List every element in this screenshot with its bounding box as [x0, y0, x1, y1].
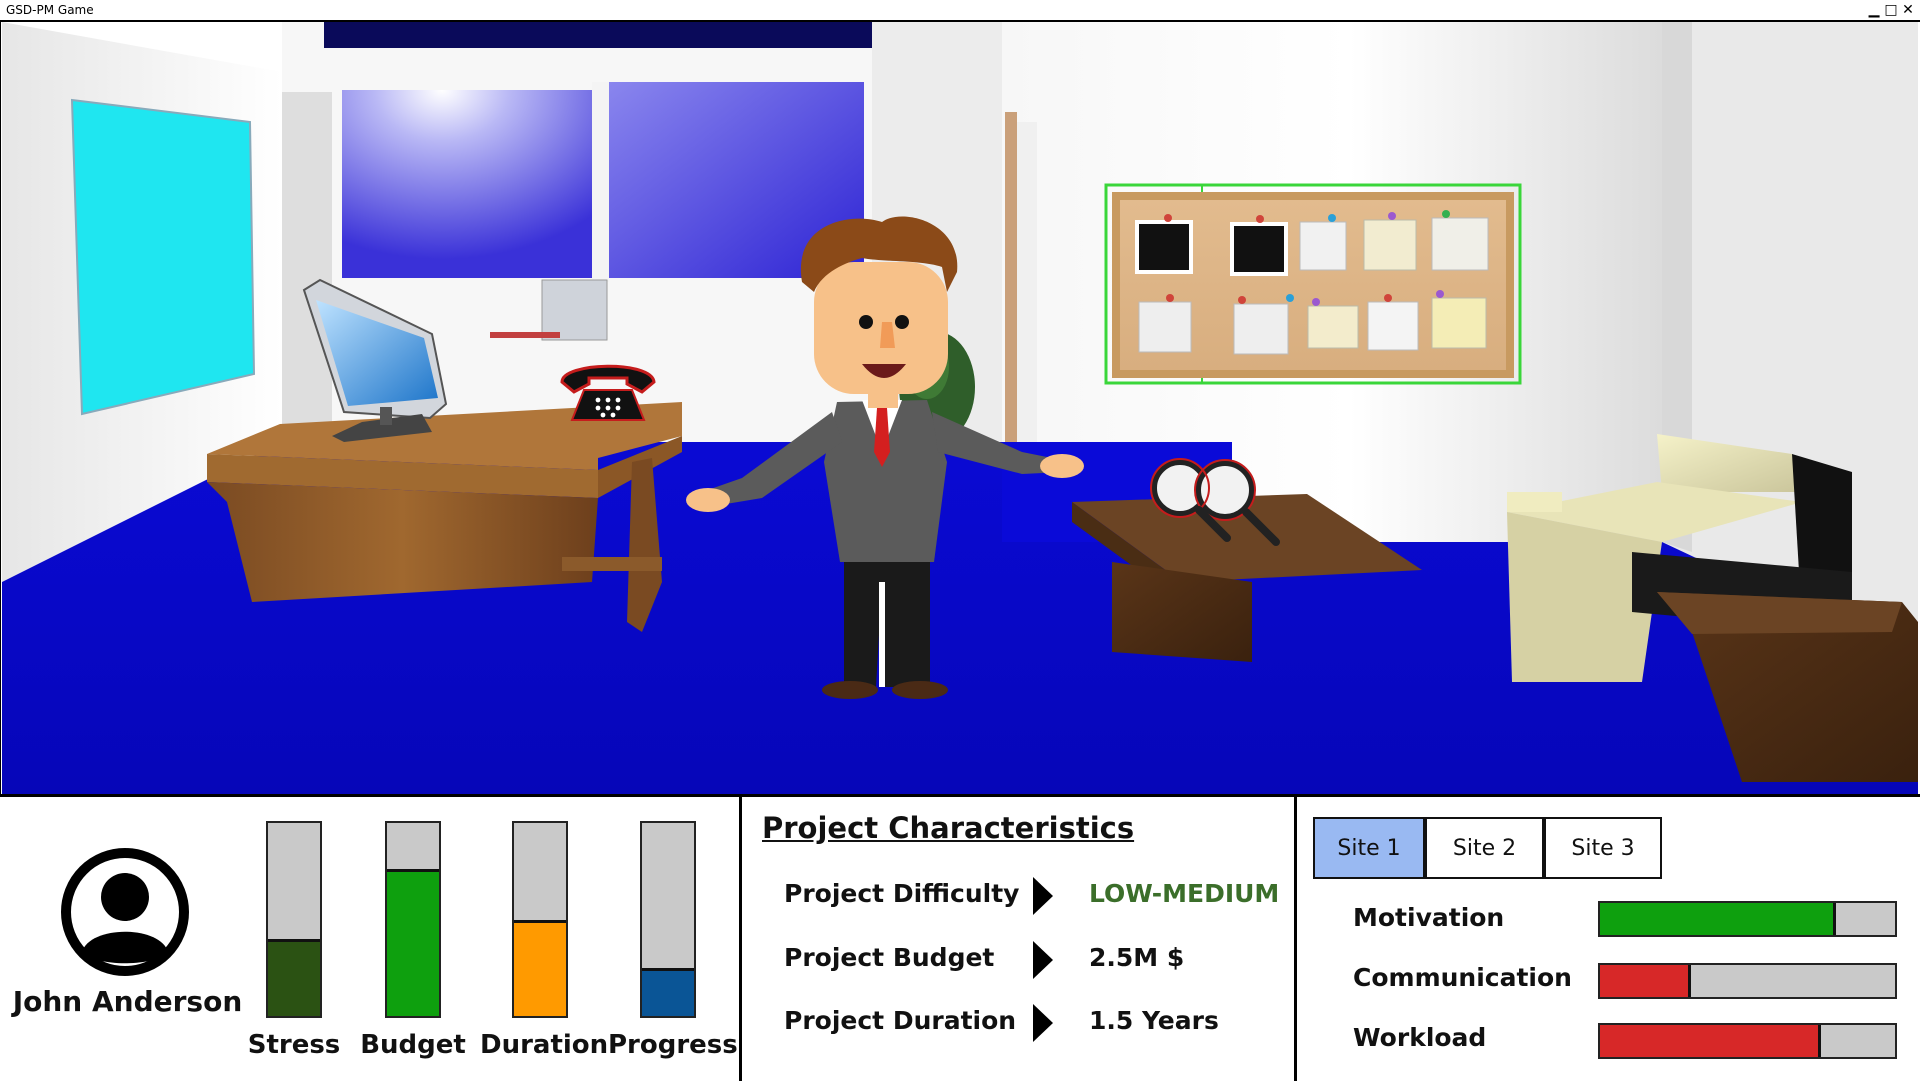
- close-icon[interactable]: ✕: [1900, 2, 1916, 18]
- budget-bar-fill: [387, 869, 439, 1016]
- notice-board[interactable]: [1104, 183, 1522, 385]
- duration-label: Duration: [480, 1030, 609, 1060]
- user-avatar-icon: [61, 848, 189, 976]
- budget-label: Budget: [360, 1030, 466, 1060]
- arrow-right-icon: [1033, 877, 1053, 915]
- window-title: GSD-PM Game: [6, 3, 94, 17]
- progress-label: Progress: [608, 1030, 738, 1060]
- workload-meter: [1598, 1023, 1897, 1059]
- arrow-right-icon: [1033, 941, 1053, 979]
- project-difficulty-label: Project Difficulty: [784, 879, 1020, 908]
- arrow-right-icon: [1033, 1004, 1053, 1042]
- tab-site-1[interactable]: Site 1: [1313, 817, 1425, 879]
- communication-meter: [1598, 963, 1897, 999]
- project-budget-value: 2.5M $: [1089, 943, 1185, 972]
- duration-bar: [512, 821, 568, 1018]
- maximize-icon[interactable]: □: [1883, 2, 1899, 18]
- communication-label: Communication: [1353, 963, 1572, 992]
- office-scene-graphic: [2, 22, 1918, 794]
- sites-panel: Site 1 Site 2 Site 3 Motivation Communic…: [1297, 797, 1920, 1081]
- office-scene: [2, 22, 1918, 794]
- budget-bar: [385, 821, 441, 1018]
- project-characteristics-title: Project Characteristics: [762, 811, 1135, 845]
- minimize-icon[interactable]: ▁: [1866, 2, 1882, 18]
- motivation-label: Motivation: [1353, 903, 1505, 932]
- stress-bar-fill: [268, 938, 320, 1016]
- tab-site-2[interactable]: Site 2: [1425, 817, 1544, 879]
- status-panel: John Anderson Stress Budget Duration Pro…: [0, 794, 1920, 1081]
- project-duration-value: 1.5 Years: [1089, 1006, 1219, 1035]
- progress-bar-fill: [642, 967, 694, 1016]
- project-budget-label: Project Budget: [784, 943, 995, 972]
- player-name: John Anderson: [12, 985, 243, 1018]
- player-stats-panel: John Anderson Stress Budget Duration Pro…: [0, 797, 742, 1081]
- project-duration-label: Project Duration: [784, 1006, 1017, 1035]
- tab-site-3[interactable]: Site 3: [1544, 817, 1662, 879]
- workload-label: Workload: [1353, 1023, 1487, 1052]
- stress-bar: [266, 821, 322, 1018]
- project-characteristics-panel: Project Characteristics Project Difficul…: [742, 797, 1297, 1081]
- stress-label: Stress: [247, 1030, 341, 1060]
- motivation-meter: [1598, 901, 1897, 937]
- duration-bar-fill: [514, 919, 566, 1016]
- motivation-meter-fill: [1600, 903, 1836, 935]
- progress-bar: [640, 821, 696, 1018]
- title-bar: GSD-PM Game ▁ □ ✕: [0, 0, 1920, 22]
- project-difficulty-value: LOW-MEDIUM: [1089, 879, 1280, 908]
- communication-meter-fill: [1600, 965, 1692, 997]
- workload-meter-fill: [1600, 1025, 1822, 1057]
